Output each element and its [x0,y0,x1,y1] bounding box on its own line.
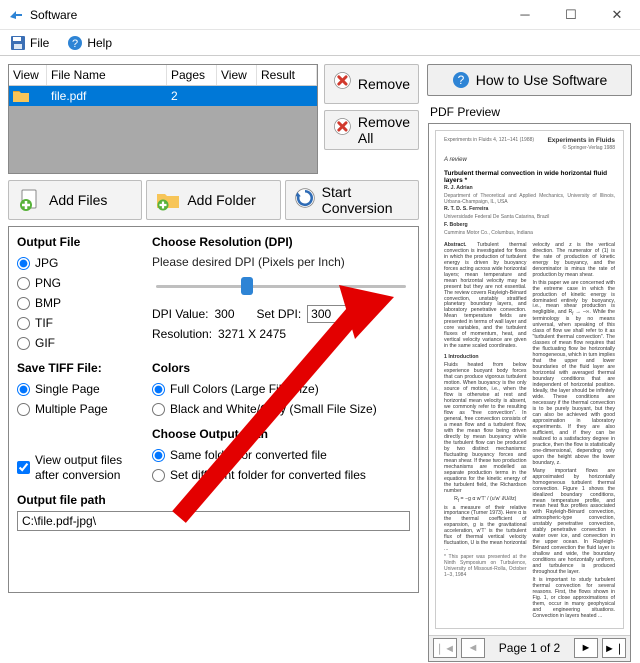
window-title: Software [30,8,502,22]
radio-full-color[interactable]: Full Colors (Large File Size) [152,381,410,397]
radio-multiple-page[interactable]: Multiple Page [17,401,142,417]
nav-prev[interactable]: ◄ [461,638,485,658]
menu-help[interactable]: ? Help [63,33,116,53]
radio-jpg[interactable]: JPG [17,255,142,271]
dpi-slider[interactable] [156,275,406,297]
remove-icon [333,71,352,97]
row-pages: 2 [167,86,217,106]
radio-bmp[interactable]: BMP [17,295,142,311]
set-dpi-input[interactable] [307,305,351,323]
resolution-title: Choose Resolution (DPI) [152,235,410,249]
col-pages[interactable]: Pages [167,65,217,85]
svg-text:?: ? [457,73,464,87]
out-path-input[interactable] [17,511,410,531]
add-files-icon [17,187,43,213]
col-view[interactable]: View [9,65,47,85]
add-files-button[interactable]: Add Files [8,180,142,220]
radio-tif[interactable]: TIF [17,315,142,331]
pdf-preview: Experiments in Fluids 4, 121–141 (1988) … [428,123,631,662]
tiff-title: Save TIFF File: [17,361,142,375]
slider-thumb[interactable] [241,277,253,295]
add-folder-button[interactable]: Add Folder [146,180,280,220]
remove-button[interactable]: Remove [324,64,419,104]
nav-next[interactable]: ► [574,638,598,658]
help-icon: ? [67,35,83,51]
radio-bw[interactable]: Black and White/Grey (Small File Size) [152,401,410,417]
radio-same-folder[interactable]: Same folder for converted file [152,447,410,463]
dpi-value: 300 [214,307,250,321]
table-row[interactable]: file.pdf 2 [9,86,317,106]
check-view-after[interactable]: View output files after conversion [17,452,142,483]
menu-help-label: Help [87,36,112,50]
nav-first[interactable]: ❘◄ [433,638,457,658]
journal-title: Experiments in Fluids [547,137,615,144]
svg-text:?: ? [72,38,78,50]
output-file-title: Output File [17,235,142,249]
resolution-hint: Please desired DPI (Pixels per Inch) [152,255,410,269]
start-conversion-button[interactable]: Start Conversion [285,180,419,220]
page-status: Page 1 of 2 [489,641,570,655]
row-filename: file.pdf [47,86,167,106]
minimize-button[interactable]: ─ [502,0,548,30]
folder-icon [13,89,29,103]
remove-all-icon [333,117,352,143]
resolution-label: Resolution: [152,327,212,341]
save-icon [10,35,26,51]
paper-title: Turbulent thermal convection in wide hor… [444,170,615,184]
close-button[interactable]: ✕ [594,0,640,30]
out-path-label: Output file path [17,493,410,507]
file-list[interactable]: View File Name Pages View Result file.pd… [8,64,318,174]
radio-png[interactable]: PNG [17,275,142,291]
add-folder-icon [155,187,181,213]
set-dpi-label: Set DPI: [256,307,301,321]
col-filename[interactable]: File Name [47,65,167,85]
maximize-button[interactable]: ☐ [548,0,594,30]
col-result[interactable]: Result [257,65,317,85]
menu-file-label: File [30,36,49,50]
refresh-icon [294,187,316,213]
app-icon [8,7,24,23]
radio-gif[interactable]: GIF [17,335,142,351]
remove-all-button[interactable]: Remove All [324,110,419,150]
preview-label: PDF Preview [428,103,631,123]
menu-file[interactable]: File [6,33,53,53]
nav-last[interactable]: ►❘ [602,638,626,658]
resolution-value: 3271 X 2475 [218,327,286,341]
radio-single-page[interactable]: Single Page [17,381,142,397]
dpi-value-label: DPI Value: [152,307,208,321]
colors-title: Colors [152,361,410,375]
howto-button[interactable]: ? How to Use Software [427,64,632,96]
help-icon: ? [452,71,470,89]
radio-diff-folder[interactable]: Set different folder for converted files [152,467,410,483]
output-path-title: Choose Output Path [152,427,410,441]
col-view2[interactable]: View [217,65,257,85]
